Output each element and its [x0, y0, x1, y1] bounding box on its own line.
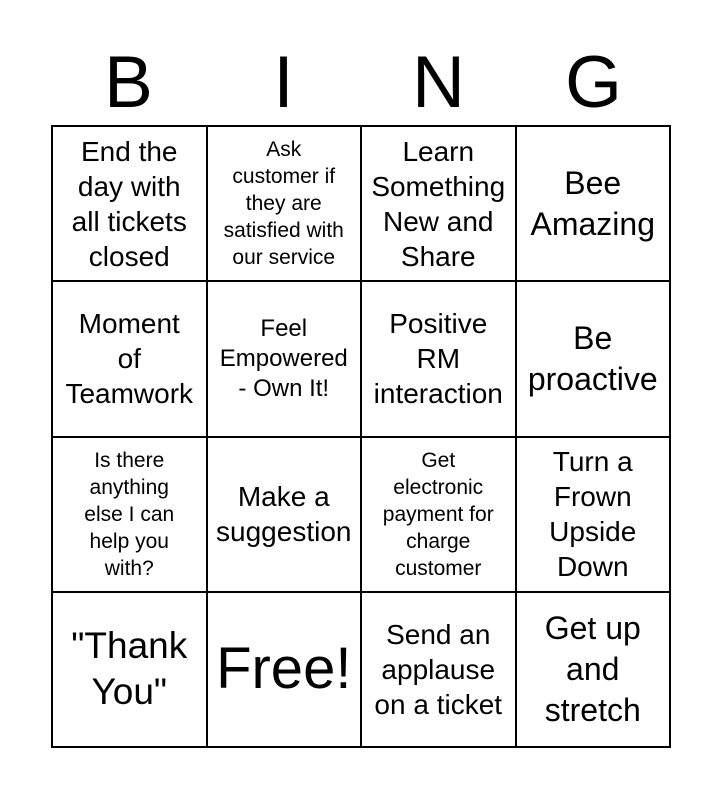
bingo-cell[interactable]: End the day with all tickets closed: [53, 127, 208, 283]
bingo-cell-label: Turn a Frown Upside Down: [549, 446, 637, 583]
bingo-cell-free[interactable]: Free!: [207, 592, 362, 748]
bingo-cell[interactable]: Learn Something New and Share: [362, 127, 517, 283]
bingo-cell-label: Get electronic payment for charge custom…: [382, 448, 494, 580]
bingo-cell[interactable]: Positive RM interaction: [362, 282, 517, 438]
bingo-cell-label: Is there anything else I can help you wi…: [84, 448, 175, 580]
bingo-cell[interactable]: Be proactive: [516, 282, 671, 438]
header-letter-n: N: [412, 41, 465, 123]
bingo-cell[interactable]: Is there anything else I can help you wi…: [53, 437, 208, 593]
bingo-cell[interactable]: Bee Amazing: [516, 127, 671, 283]
bingo-cell[interactable]: "Thank You": [53, 592, 208, 748]
header-letter-g: G: [565, 41, 622, 123]
bingo-cell-label: Make a suggestion: [216, 481, 352, 548]
bingo-cell[interactable]: Make a suggestion: [207, 437, 362, 593]
bingo-header-row: B I N G: [51, 44, 671, 120]
bingo-cell[interactable]: Ask customer if they are satisfied with …: [207, 127, 362, 283]
bingo-cell-label: Free!: [216, 636, 352, 702]
bingo-cell[interactable]: Turn a Frown Upside Down: [516, 437, 671, 593]
bingo-cell[interactable]: Get electronic payment for charge custom…: [362, 437, 517, 593]
bingo-cell-label: Positive RM interaction: [373, 308, 503, 410]
bingo-cell-label: Send an applause on a ticket: [374, 618, 503, 720]
bingo-cell-label: Ask customer if they are satisfied with …: [223, 138, 344, 270]
bingo-cell-label: Get up and stretch: [544, 609, 641, 728]
bingo-cell-label: "Thank You": [71, 625, 188, 713]
bingo-cell-label: Moment of Teamwork: [65, 308, 194, 410]
bingo-card: B I N G End the day with all tickets clo…: [0, 0, 723, 800]
bingo-cell-label: Feel Empowered - Own It!: [219, 314, 348, 402]
bingo-cell-label: Bee Amazing: [530, 164, 656, 242]
bingo-grid: End the day with all tickets closed Ask c…: [51, 125, 671, 748]
bingo-cell-label: End the day with all tickets closed: [71, 135, 187, 272]
bingo-cell[interactable]: Feel Empowered - Own It!: [207, 282, 362, 438]
bingo-cell[interactable]: Moment of Teamwork: [53, 282, 208, 438]
bingo-cell-label: Learn Something New and Share: [371, 135, 506, 272]
bingo-cell[interactable]: Get up and stretch: [516, 592, 671, 748]
header-letter-b: B: [104, 41, 153, 123]
bingo-cell-label: Be proactive: [527, 319, 658, 397]
bingo-cell[interactable]: Send an applause on a ticket: [362, 592, 517, 748]
header-letter-i: I: [273, 41, 294, 123]
